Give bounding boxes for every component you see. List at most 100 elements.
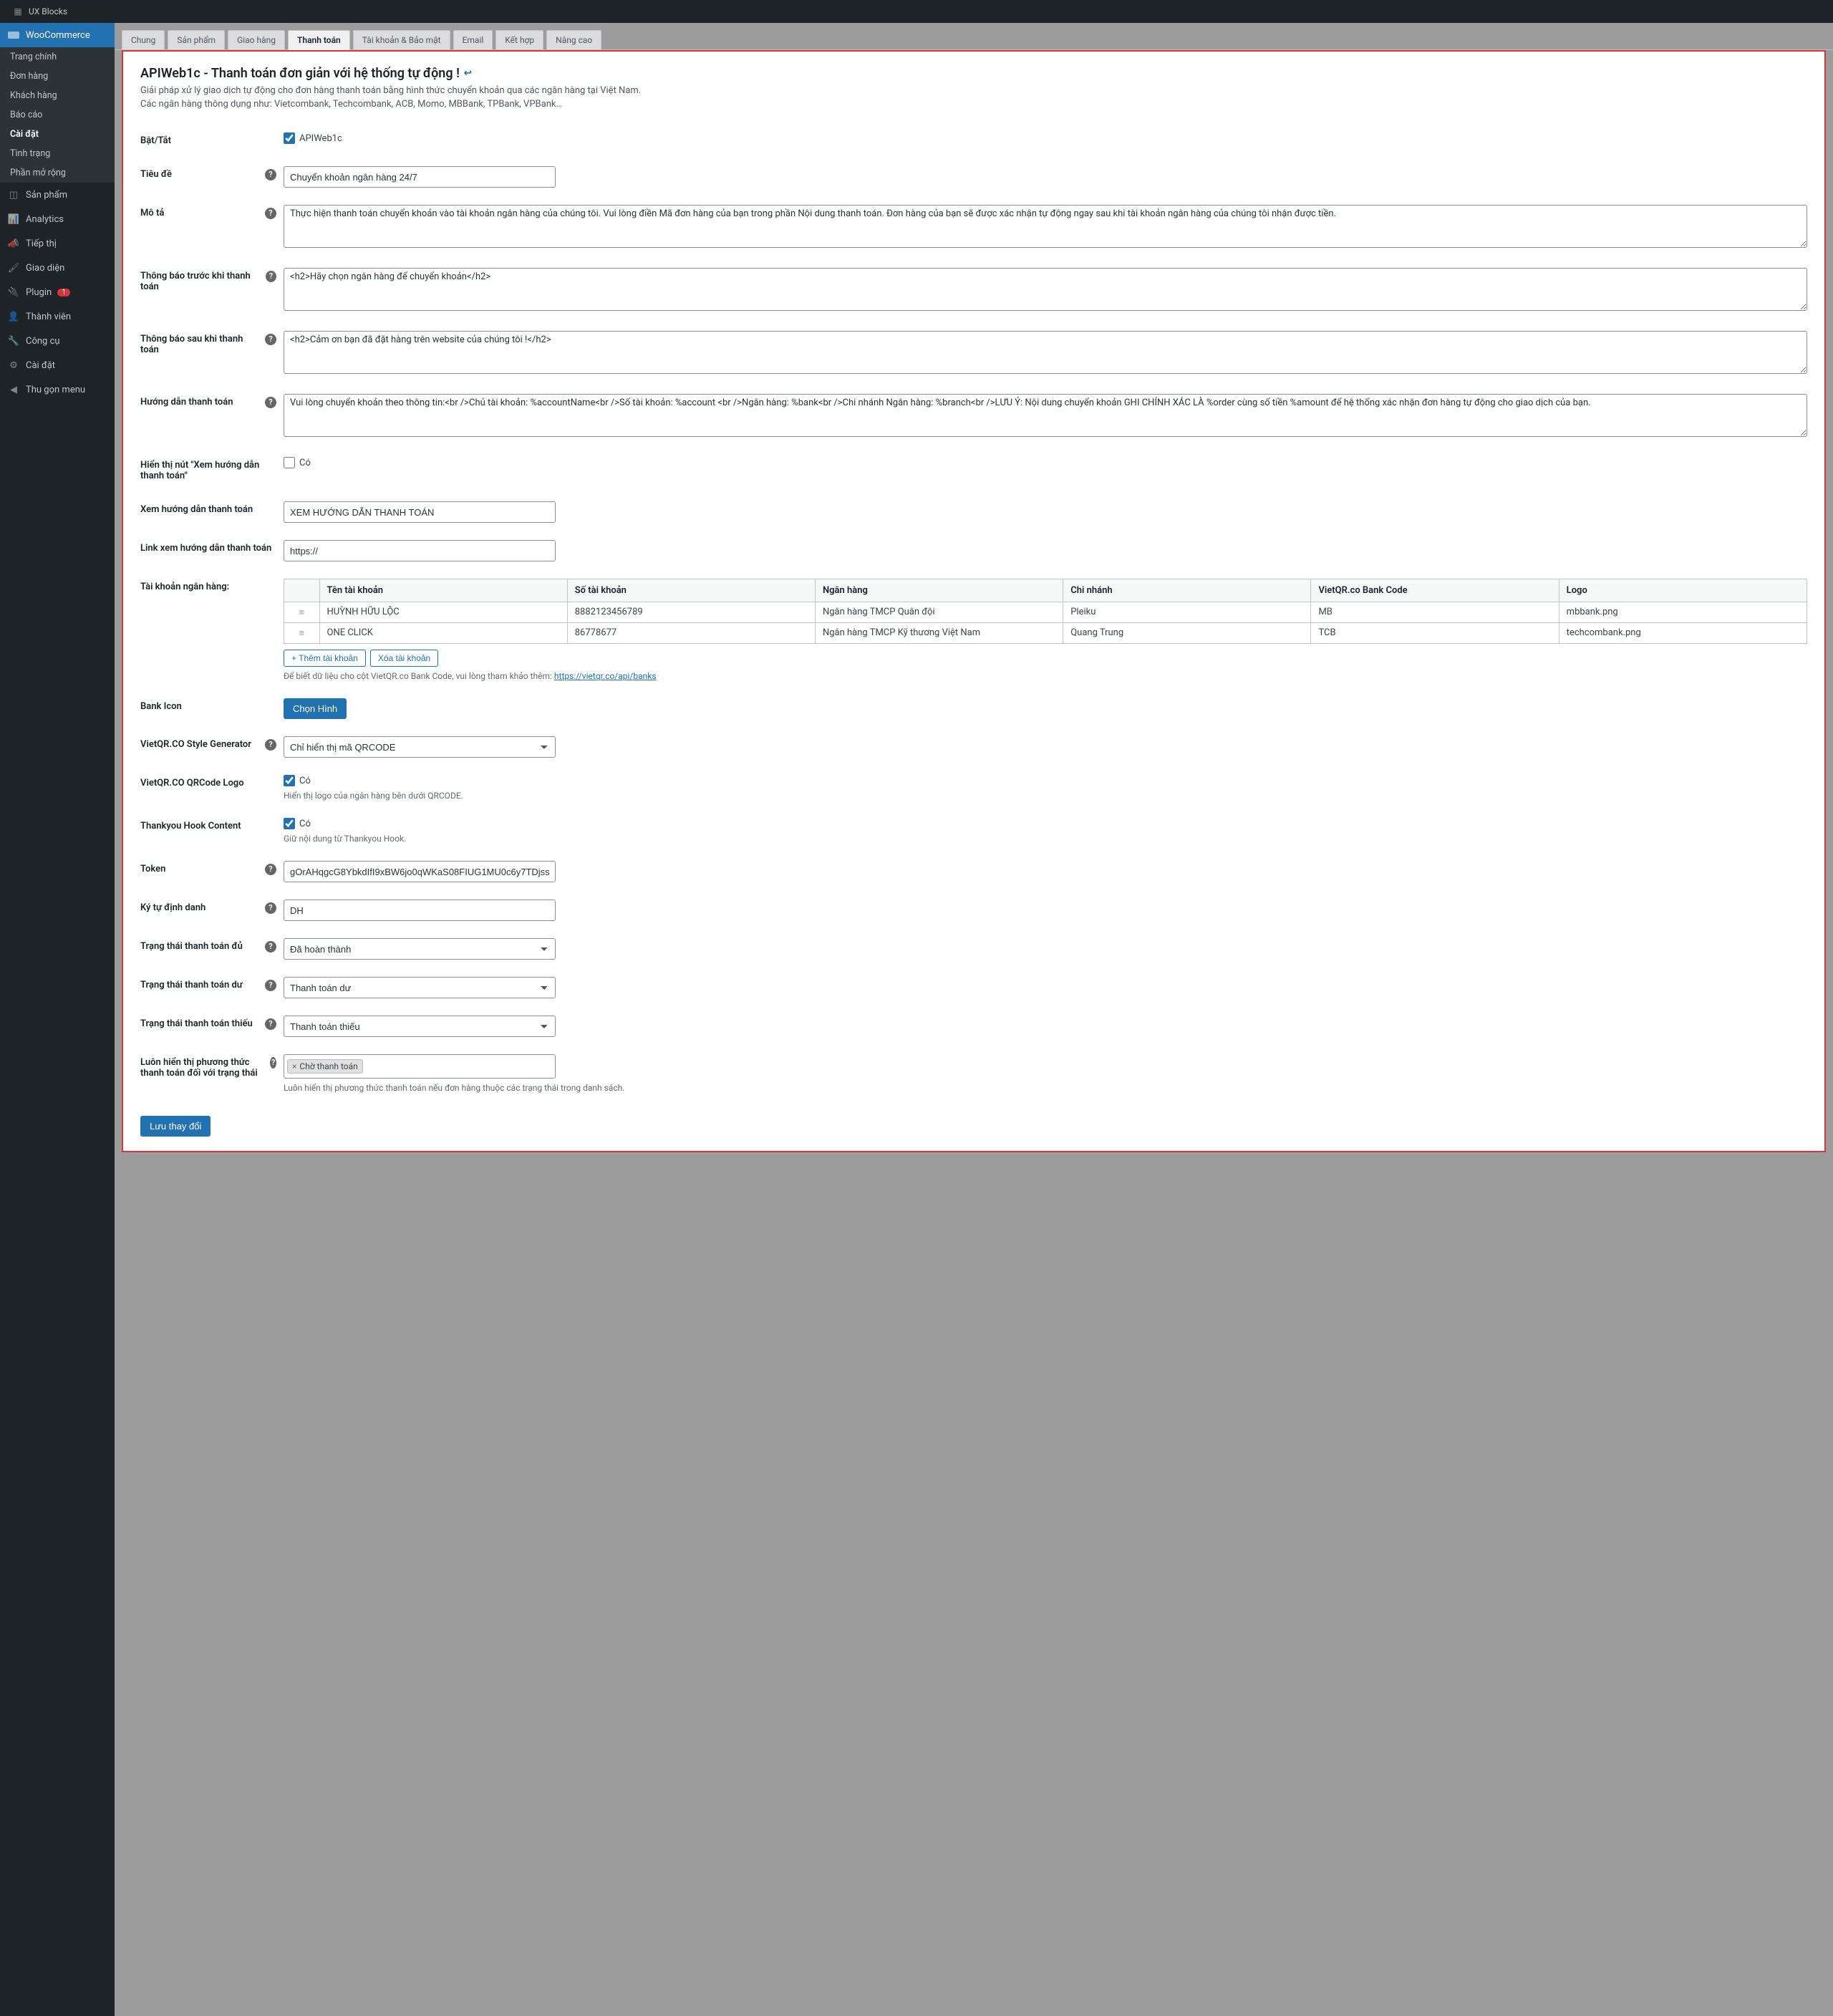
sidebar-sub-reports[interactable]: Báo cáo: [0, 105, 115, 125]
page-desc-1: Giải pháp xử lý giao dịch tự động cho đơ…: [140, 85, 1807, 96]
back-link-icon[interactable]: ↩: [464, 68, 472, 79]
sidebar-sub-status[interactable]: Tình trạng: [0, 144, 115, 163]
sidebar-sub-dashboard[interactable]: Trang chính: [0, 47, 115, 67]
help-icon[interactable]: ?: [265, 208, 276, 219]
cell-name: HUỲNH HỮU LỘC: [319, 602, 567, 623]
sidebar-collapse[interactable]: ◀ Thu gọn menu: [0, 377, 115, 402]
tab-products[interactable]: Sản phẩm: [168, 30, 225, 49]
help-icon[interactable]: ?: [265, 739, 276, 751]
sidebar-item-settings[interactable]: ⚙ Cài đặt: [0, 353, 115, 377]
tab-advanced[interactable]: Nâng cao: [546, 30, 601, 49]
linkguide-input[interactable]: [284, 540, 556, 561]
sidebar-item-marketing[interactable]: 📣 Tiếp thị: [0, 231, 115, 256]
adminbar-uxblocks[interactable]: ▦ UX Blocks: [6, 5, 73, 18]
help-icon[interactable]: ?: [266, 271, 276, 282]
tab-payments[interactable]: Thanh toán: [288, 30, 350, 50]
thankyou-checkbox-label[interactable]: Có: [284, 818, 1807, 829]
title-label: Tiêu đề: [140, 169, 172, 180]
token-label: Token: [140, 864, 165, 874]
vietqr-api-link[interactable]: https://vietqr.co/api/banks: [554, 671, 657, 681]
status-extra-select[interactable]: Thanh toán dư: [284, 977, 556, 998]
viewguide-label: Xem hướng dẫn thanh toán: [140, 493, 284, 531]
title-input[interactable]: [284, 166, 556, 188]
tab-accounts[interactable]: Tài khoản & Bảo mật: [353, 30, 450, 49]
th-bank: Ngân hàng: [815, 579, 1063, 602]
help-icon[interactable]: ?: [265, 397, 276, 408]
sidebar-item-products[interactable]: ◫ Sản phẩm: [0, 183, 115, 207]
sidebar-item-woocommerce[interactable]: WooCommerce: [0, 23, 115, 47]
enable-checkbox-label[interactable]: APIWeb1c: [284, 132, 1807, 144]
cell-code: TCB: [1311, 623, 1559, 644]
showguide-checkbox[interactable]: [284, 457, 295, 468]
linkguide-label: Link xem hướng dẫn thanh toán: [140, 531, 284, 570]
cell-name: ONE CLICK: [319, 623, 567, 644]
wrench-icon: 🔧: [7, 334, 20, 347]
sidebar-item-users[interactable]: 👤 Thành viên: [0, 304, 115, 329]
thankyou-label: Thankyou Hook Content: [140, 809, 284, 852]
viewguide-input[interactable]: [284, 501, 556, 523]
status-chip[interactable]: × Chờ thanh toán: [287, 1059, 363, 1074]
always-show-desc: Luôn hiển thị phương thức thanh toán nếu…: [284, 1083, 1807, 1093]
desc-textarea[interactable]: Thực hiện thanh toán chuyển khoản vào tà…: [284, 205, 1807, 248]
add-account-button[interactable]: + Thêm tài khoản: [284, 650, 366, 667]
help-icon[interactable]: ?: [265, 980, 276, 991]
table-row[interactable]: ≡HUỲNH HỮU LỘC8882123456789Ngân hàng TMC…: [284, 602, 1807, 623]
before-label: Thông báo trước khi thanh toán: [140, 271, 263, 292]
tab-general[interactable]: Chung: [122, 30, 165, 49]
choose-image-button[interactable]: Chọn Hình: [284, 698, 347, 719]
th-logo: Logo: [1559, 579, 1807, 602]
after-textarea[interactable]: <h2>Cảm ơn bạn đã đặt hàng trên website …: [284, 331, 1807, 374]
help-icon[interactable]: ?: [265, 334, 276, 345]
tab-shipping[interactable]: Giao hàng: [228, 30, 285, 49]
enable-checkbox[interactable]: [284, 132, 295, 144]
help-icon[interactable]: ?: [265, 1018, 276, 1030]
close-icon[interactable]: ×: [292, 1061, 296, 1071]
chart-icon: 📊: [7, 213, 20, 226]
help-icon[interactable]: ?: [265, 864, 276, 875]
admin-bar: ▦ UX Blocks: [0, 0, 1833, 23]
qrlogo-checkbox[interactable]: [284, 775, 295, 786]
accounts-label: Tài khoản ngân hàng:: [140, 570, 284, 690]
sidebar-item-analytics[interactable]: 📊 Analytics: [0, 207, 115, 231]
sidebar-item-tools[interactable]: 🔧 Công cụ: [0, 329, 115, 353]
save-button[interactable]: Lưu thay đổi: [140, 1116, 211, 1137]
tab-integration[interactable]: Kết hợp: [495, 30, 543, 49]
qrstyle-select[interactable]: Chỉ hiển thị mã QRCODE: [284, 736, 556, 758]
always-show-taginput[interactable]: × Chờ thanh toán: [284, 1054, 556, 1079]
help-icon[interactable]: ?: [265, 941, 276, 952]
before-textarea[interactable]: <h2>Hãy chọn ngân hàng để chuyển khoản</…: [284, 268, 1807, 311]
prefix-input[interactable]: [284, 900, 556, 921]
plugins-update-badge: 1: [57, 289, 70, 296]
grid-icon: ▦: [11, 5, 24, 18]
cell-bank: Ngân hàng TMCP Quân đội: [815, 602, 1063, 623]
thankyou-checkbox[interactable]: [284, 818, 295, 829]
help-icon[interactable]: ?: [265, 169, 276, 180]
gear-icon: ⚙: [7, 359, 20, 372]
showguide-checkbox-label[interactable]: Có: [284, 457, 1807, 468]
sidebar-sub-orders[interactable]: Đơn hàng: [0, 67, 115, 86]
cell-branch: Pleiku: [1063, 602, 1311, 623]
help-icon[interactable]: ?: [265, 902, 276, 914]
guide-textarea[interactable]: Vui lòng chuyển khoản theo thông tin:<br…: [284, 394, 1807, 437]
cell-number: 8882123456789: [567, 602, 815, 623]
qrlogo-checkbox-label[interactable]: Có: [284, 775, 1807, 786]
tab-emails[interactable]: Email: [453, 30, 493, 49]
sidebar-sub-extensions[interactable]: Phần mở rộng: [0, 163, 115, 183]
woocommerce-icon: [7, 29, 20, 42]
admin-sidebar: WooCommerce Trang chính Đơn hàng Khách h…: [0, 23, 115, 2016]
sidebar-sub-customers[interactable]: Khách hàng: [0, 86, 115, 105]
table-row[interactable]: ≡ONE CLICK86778677Ngân hàng TMCP Kỹ thươ…: [284, 623, 1807, 644]
sidebar-sub-settings[interactable]: Cài đặt: [0, 125, 115, 144]
status-full-select[interactable]: Đã hoàn thành: [284, 938, 556, 960]
status-lack-select[interactable]: Thanh toán thiếu: [284, 1016, 556, 1037]
help-icon[interactable]: ?: [270, 1057, 276, 1069]
drag-handle-icon[interactable]: ≡: [284, 602, 320, 623]
qrlogo-label: VietQR.CO QRCode Logo: [140, 766, 284, 809]
sidebar-item-plugins[interactable]: 🔌 Plugin 1: [0, 280, 115, 304]
sidebar-item-appearance[interactable]: 🖌 Giao diện: [0, 256, 115, 280]
collapse-icon: ◀: [7, 383, 20, 396]
qrstyle-label: VietQR.CO Style Generator: [140, 739, 251, 750]
remove-account-button[interactable]: Xóa tài khoản: [370, 650, 438, 667]
token-input[interactable]: [284, 861, 556, 882]
drag-handle-icon[interactable]: ≡: [284, 623, 320, 644]
